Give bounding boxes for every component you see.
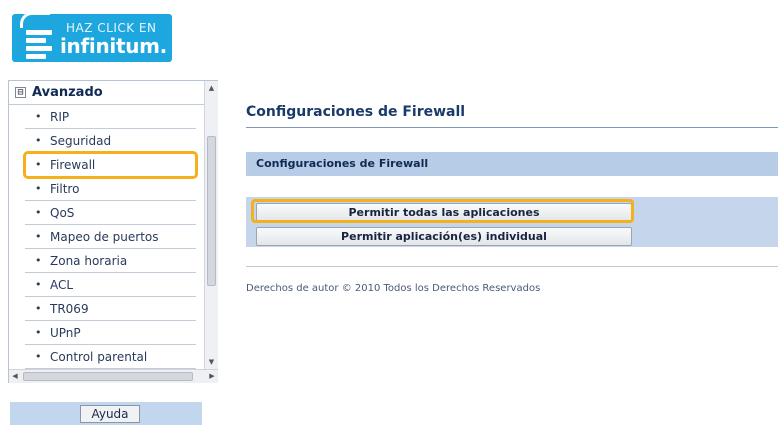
sidebar-item-filtro[interactable]: Filtro [25, 177, 196, 201]
sidebar-item-acl[interactable]: ACL [25, 273, 196, 297]
sidebar-vertical-scrollbar[interactable]: ▲ ▼ [204, 81, 218, 369]
sidebar-list: ⊟ Avanzado RIP Seguridad Firewall Filtro… [9, 81, 204, 369]
scroll-left-icon[interactable]: ◀ [9, 370, 21, 383]
sidebar-horizontal-scrollbar[interactable]: ◀ ▶ [9, 369, 218, 383]
scrollbar-thumb-horizontal[interactable] [23, 372, 193, 381]
infinitum-logo[interactable]: HAZ CLICK EN infinitum. [12, 12, 172, 62]
header: HAZ CLICK EN infinitum. [0, 0, 778, 70]
help-bar: Ayuda [10, 402, 202, 425]
sidebar-item-seguridad[interactable]: Seguridad [25, 129, 196, 153]
logo-tagline: HAZ CLICK EN [66, 21, 157, 35]
help-button[interactable]: Ayuda [80, 405, 140, 423]
scrollbar-thumb[interactable] [207, 136, 216, 286]
allow-all-highlight-frame [251, 199, 634, 223]
sidebar-item-control-parental[interactable]: Control parental [25, 345, 196, 369]
logo-mark-icon [16, 12, 56, 59]
scroll-down-icon[interactable]: ▼ [205, 355, 218, 369]
page-title: Configuraciones de Firewall [246, 104, 466, 120]
logo-wordmark: infinitum. [60, 34, 167, 58]
sidebar-item-rip[interactable]: RIP [25, 105, 196, 129]
footer-divider [246, 266, 778, 267]
collapse-icon[interactable]: ⊟ [15, 87, 26, 98]
allow-individual-apps-button[interactable]: Permitir aplicación(es) individual [256, 227, 632, 246]
scroll-up-icon[interactable]: ▲ [205, 81, 218, 95]
title-divider [246, 127, 778, 128]
sidebar-section-avanzado[interactable]: ⊟ Avanzado [9, 81, 204, 105]
sidebar-item-qos[interactable]: QoS [25, 201, 196, 225]
sidebar-item-upnp[interactable]: UPnP [25, 321, 196, 345]
sidebar-section-title: Avanzado [32, 85, 103, 100]
sidebar-item-firewall[interactable]: Firewall [23, 151, 198, 179]
sidebar-item-zona-horaria[interactable]: Zona horaria [25, 249, 196, 273]
sidebar-nav: ⊟ Avanzado RIP Seguridad Firewall Filtro… [8, 80, 218, 383]
sidebar-item-mapeo-de-puertos[interactable]: Mapeo de puertos [25, 225, 196, 249]
scroll-right-icon[interactable]: ▶ [206, 370, 218, 383]
section-header: Configuraciones de Firewall [246, 152, 778, 176]
copyright-text: Derechos de autor © 2010 Todos los Derec… [246, 283, 541, 294]
sidebar-item-tr069[interactable]: TR069 [25, 297, 196, 321]
